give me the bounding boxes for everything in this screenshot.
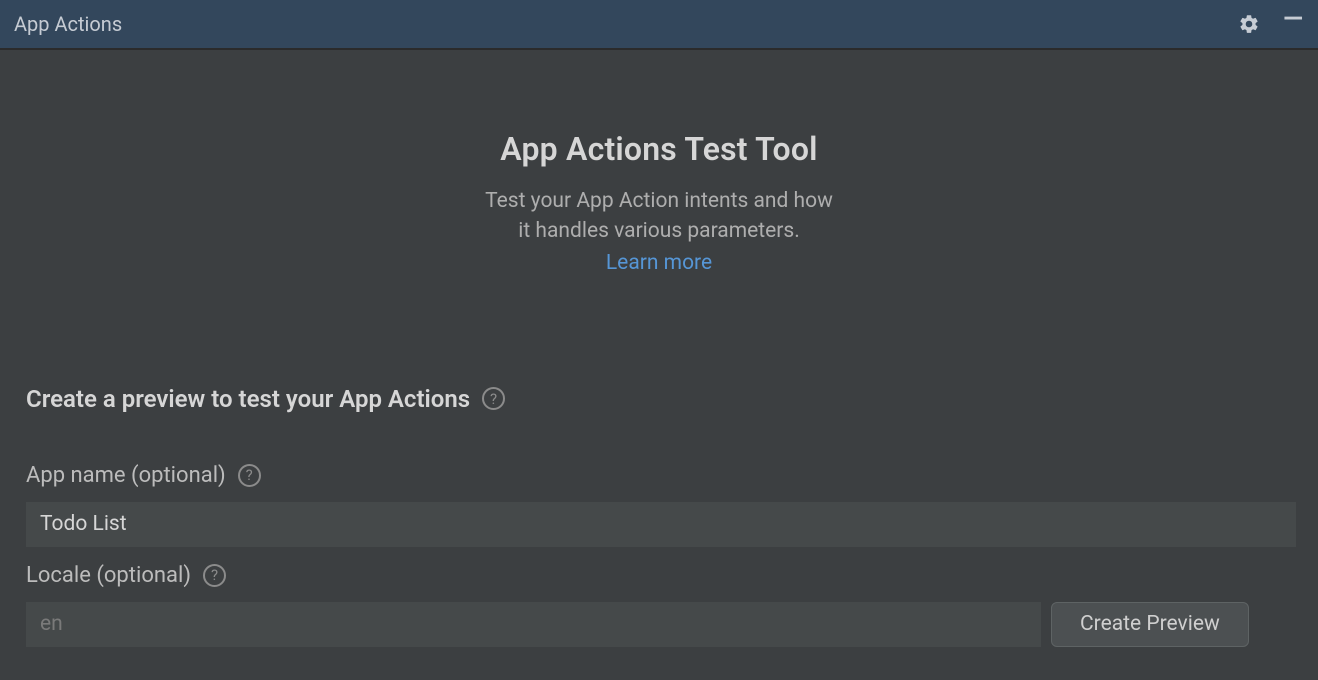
titlebar-actions: — [1238, 13, 1304, 35]
locale-input[interactable] [26, 602, 1041, 647]
titlebar: App Actions — [0, 0, 1318, 50]
app-name-label-text: App name (optional) [26, 463, 226, 488]
form-area: Create a preview to test your App Action… [4, 385, 1314, 647]
locale-row: Create Preview [26, 602, 1292, 647]
locale-label-text: Locale (optional) [26, 563, 191, 588]
content-area: App Actions Test Tool Test your App Acti… [0, 50, 1318, 680]
hero-section: App Actions Test Tool Test your App Acti… [4, 60, 1314, 275]
section-heading-text: Create a preview to test your App Action… [26, 385, 470, 413]
learn-more-link[interactable]: Learn more [606, 251, 712, 275]
help-icon[interactable]: ? [482, 387, 505, 410]
create-preview-button[interactable]: Create Preview [1051, 602, 1249, 647]
locale-label: Locale (optional) ? [26, 563, 1292, 588]
hero-subtitle-line2: it handles various parameters. [518, 219, 800, 243]
hero-subtitle-line1: Test your App Action intents and how [485, 189, 833, 213]
app-name-input[interactable] [26, 502, 1296, 547]
app-name-label: App name (optional) ? [26, 463, 1292, 488]
section-heading: Create a preview to test your App Action… [26, 385, 1292, 413]
help-icon[interactable]: ? [203, 564, 226, 587]
hero-subtitle: Test your App Action intents and how it … [4, 186, 1314, 247]
panel-title: App Actions [14, 12, 122, 36]
gear-icon[interactable] [1238, 13, 1260, 35]
help-icon[interactable]: ? [238, 464, 261, 487]
minimize-icon[interactable]: — [1282, 13, 1304, 35]
hero-title: App Actions Test Tool [4, 130, 1314, 168]
